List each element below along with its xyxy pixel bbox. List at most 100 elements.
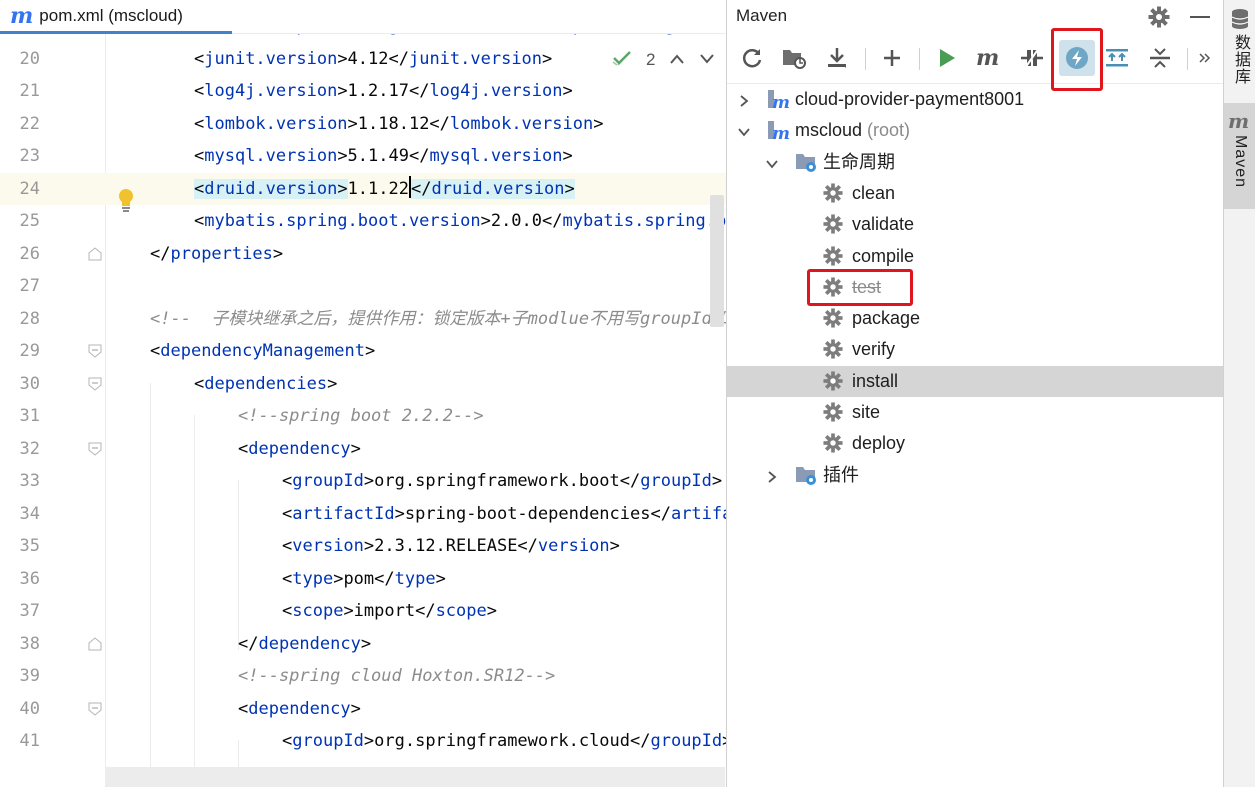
tree-item-text: 生命周期 bbox=[823, 151, 895, 172]
chevron-right-icon[interactable] bbox=[737, 92, 751, 107]
tree-item-goal[interactable]: validate bbox=[727, 209, 1224, 240]
xml-text: > bbox=[562, 146, 573, 166]
execute-maven-goal-icon[interactable]: m bbox=[974, 43, 1004, 73]
maven-tool-window: Maven m m cloud-provider-payment8001 m m… bbox=[726, 0, 1224, 787]
maven-tool-tab[interactable]: m Maven bbox=[1224, 103, 1255, 209]
xml-text: </ bbox=[150, 243, 171, 264]
code-line[interactable]: 23 <mysql.version>5.1.49</mysql.version> bbox=[0, 140, 727, 172]
check-icon bbox=[612, 50, 632, 71]
code-line[interactable]: 32 <dependency> bbox=[0, 433, 727, 465]
fold-collapse-icon[interactable] bbox=[88, 377, 102, 391]
fold-end-icon[interactable] bbox=[88, 636, 102, 651]
editor-tab-pom-xml[interactable]: m pom.xml (mscloud) bbox=[0, 0, 232, 34]
xml-tag-name: groupId bbox=[650, 731, 723, 751]
tree-item-goal[interactable]: compile bbox=[727, 241, 1224, 272]
fold-end-icon[interactable] bbox=[88, 246, 102, 261]
code-line[interactable]: 24 <druid.version>1.1.22 </druid.version> bbox=[0, 172, 727, 205]
code-line[interactable]: 30 <dependencies> bbox=[0, 368, 727, 400]
xml-tag-name: druid.version bbox=[431, 178, 565, 199]
code-line[interactable]: 35 <version>2.3.12.RELEASE</version> bbox=[0, 530, 727, 562]
tree-item-goal[interactable]: site bbox=[727, 397, 1224, 428]
xml-text: >org.springframework.cloud</ bbox=[363, 731, 651, 751]
root-suffix: (root) bbox=[862, 120, 911, 141]
chevron-down-icon[interactable] bbox=[765, 155, 779, 169]
code-line[interactable]: 27 bbox=[0, 270, 727, 302]
add-maven-project-icon[interactable] bbox=[877, 43, 907, 73]
show-dependencies-icon[interactable] bbox=[1102, 43, 1132, 73]
xml-text: > bbox=[562, 81, 573, 101]
tree-item-goal[interactable]: install bbox=[727, 365, 1224, 397]
tree-item-goal[interactable]: clean bbox=[727, 178, 1224, 209]
code-line[interactable]: 33 <groupId>org.springframework.boot</gro… bbox=[0, 465, 727, 497]
code-text: <druid.version>1.1.22 </druid.version> bbox=[194, 173, 575, 205]
code-line[interactable]: 39 <!--spring cloud Hoxton.SR12--> bbox=[0, 660, 727, 692]
minimize-icon[interactable] bbox=[1190, 16, 1210, 18]
xml-tag-name: version bbox=[537, 536, 610, 556]
inspection-widget[interactable]: 2 bbox=[612, 48, 715, 72]
code-line[interactable]: 29 <dependencyManagement> bbox=[0, 335, 727, 367]
run-maven-build-icon[interactable] bbox=[932, 43, 962, 73]
tree-item-goal[interactable]: verify bbox=[727, 334, 1224, 365]
xml-tag-name: artifactId bbox=[292, 503, 395, 524]
fold-collapse-icon[interactable] bbox=[88, 344, 102, 358]
collapse-all-icon[interactable] bbox=[1145, 43, 1175, 73]
tree-item-label: verify bbox=[852, 338, 895, 360]
line-number: 34 bbox=[19, 503, 40, 524]
code-line[interactable]: 38 </dependency> bbox=[0, 628, 727, 660]
fold-collapse-icon[interactable] bbox=[88, 442, 102, 456]
code-text: <version>2.3.12.RELEASE</version> bbox=[282, 530, 620, 562]
tree-item-text: cloud-provider-payment8001 bbox=[795, 89, 1025, 109]
download-icon[interactable] bbox=[822, 43, 852, 73]
tree-item-goal[interactable]: package bbox=[727, 303, 1224, 334]
maven-tab-label: Maven bbox=[1232, 135, 1249, 189]
tree-item-project[interactable]: m cloud-provider-payment8001 bbox=[727, 84, 1224, 115]
code-line[interactable]: 37 <scope>import</scope> bbox=[0, 595, 727, 627]
database-tool-tab[interactable]: 数据库 bbox=[1224, 0, 1255, 100]
generate-sources-icon[interactable] bbox=[779, 43, 809, 73]
code-line[interactable]: 36 <type>pom</type> bbox=[0, 563, 727, 595]
xml-tag-name: mysql.version bbox=[204, 146, 338, 166]
tree-item-goal[interactable]: test bbox=[727, 272, 1224, 303]
vertical-scrollbar-thumb[interactable] bbox=[710, 195, 724, 327]
reload-all-icon[interactable] bbox=[737, 43, 767, 73]
code-line[interactable]: 22 <lombok.version>1.18.12</lombok.versio… bbox=[0, 108, 727, 140]
line-number: 36 bbox=[19, 568, 40, 589]
code-line[interactable]: 26 </properties> bbox=[0, 238, 727, 270]
code-line[interactable]: 28 <!-- 子模块继承之后，提供作用：锁定版本+子modlue不用写group… bbox=[0, 303, 727, 335]
code-line[interactable]: 31 <!--spring boot 2.2.2--> bbox=[0, 400, 727, 432]
editor-pane[interactable]: 19<maven.compiler.target>1.8</maven.comp… bbox=[0, 0, 727, 787]
code-line[interactable]: 25 <mybatis.spring.boot.version>2.0.0</my… bbox=[0, 205, 727, 237]
lightbulb-icon[interactable] bbox=[117, 188, 135, 212]
tree-item-folder[interactable]: 生命周期 bbox=[727, 147, 1224, 178]
toggle-offline-mode-icon[interactable] bbox=[1017, 43, 1047, 73]
tree-item-project[interactable]: m mscloud (root) bbox=[727, 115, 1224, 146]
code-line[interactable]: 41 <groupId>org.springframework.cloud</gr… bbox=[0, 725, 727, 757]
settings-gear-icon[interactable] bbox=[1148, 6, 1170, 28]
code-line[interactable]: 40 <dependency> bbox=[0, 693, 727, 725]
tree-item-folder[interactable]: 插件 bbox=[727, 460, 1224, 491]
code-text: </dependency> bbox=[238, 628, 371, 660]
xml-text: > bbox=[350, 698, 361, 719]
tree-item-goal[interactable]: deploy bbox=[727, 428, 1224, 459]
chevron-down-icon[interactable] bbox=[737, 123, 751, 137]
next-highlight-icon[interactable] bbox=[699, 50, 715, 70]
xml-text: >1.2.17</ bbox=[337, 81, 430, 101]
fold-collapse-icon[interactable] bbox=[88, 702, 102, 716]
code-line[interactable]: 34 <artifactId>spring-boot-dependencies</… bbox=[0, 498, 727, 530]
xml-tag-name: scope bbox=[292, 601, 344, 621]
xml-text: < bbox=[194, 146, 205, 166]
tree-item-label: mscloud (root) bbox=[795, 119, 910, 141]
more-icon[interactable] bbox=[1193, 43, 1217, 73]
xml-text: >pom</ bbox=[333, 568, 395, 589]
previous-highlight-icon[interactable] bbox=[669, 50, 685, 70]
svg-text:m: m bbox=[772, 124, 789, 141]
gear-icon bbox=[823, 245, 845, 268]
xml-tag-name: dependencyManagement bbox=[160, 341, 365, 361]
line-number: 35 bbox=[19, 536, 40, 556]
code-area[interactable]: 19<maven.compiler.target>1.8</maven.comp… bbox=[0, 0, 727, 787]
horizontal-scrollbar[interactable] bbox=[105, 767, 725, 787]
code-line[interactable]: 21 <log4j.version>1.2.17</log4j.version> bbox=[0, 75, 727, 107]
chevron-right-icon[interactable] bbox=[765, 468, 779, 483]
svg-text:m: m bbox=[1228, 111, 1249, 131]
svg-text:m: m bbox=[772, 93, 789, 110]
